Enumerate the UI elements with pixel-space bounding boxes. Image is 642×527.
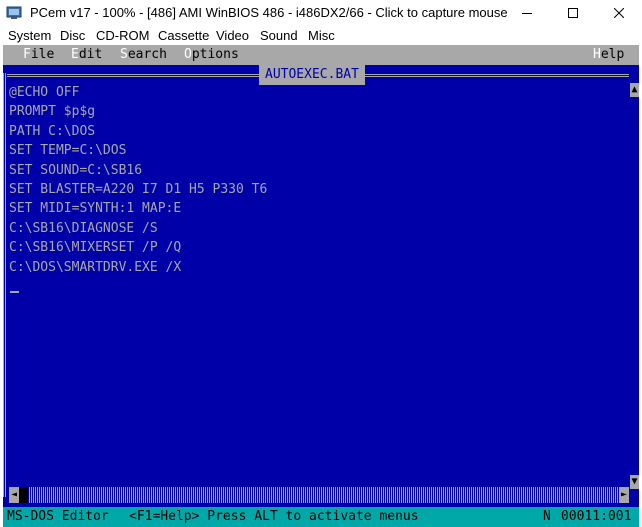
help-label: elp <box>600 47 625 62</box>
menu-sound[interactable]: Sound <box>260 28 298 43</box>
status-cursor-position: 00011:001 <box>561 509 632 524</box>
search-label: earch <box>127 47 167 62</box>
menu-misc[interactable]: Misc <box>308 28 335 43</box>
horizontal-scrollbar[interactable]: ◄ ► <box>9 487 629 503</box>
edit-label: dit <box>78 47 103 62</box>
dos-editor-menubar: File Edit Search Options Help <box>3 45 639 65</box>
menu-cdrom[interactable]: CD-ROM <box>96 28 149 43</box>
maximize-icon <box>568 8 578 18</box>
dos-menu-options[interactable]: Options <box>184 47 239 62</box>
scroll-down-arrow-icon[interactable]: ▼ <box>630 475 639 489</box>
dos-menu-file[interactable]: File <box>23 47 54 62</box>
status-app-name: MS-DOS Editor <box>7 509 109 524</box>
window-titlebar[interactable]: PCem v17 - 100% - [486] AMI WinBIOS 486 … <box>0 0 642 26</box>
scroll-right-arrow-icon[interactable]: ► <box>619 487 629 503</box>
code-line[interactable]: C:\SB16\MIXERSET /P /Q <box>9 238 609 257</box>
maximize-button[interactable] <box>550 0 596 26</box>
vertical-scrollbar[interactable]: ▲ ▼ <box>630 83 639 489</box>
window-title: PCem v17 - 100% - [486] AMI WinBIOS 486 … <box>30 5 508 20</box>
menu-disc[interactable]: Disc <box>60 28 85 43</box>
code-line[interactable]: SET TEMP=C:\DOS <box>9 141 609 160</box>
emulator-menubar: System Disc CD-ROM Cassette Video Sound … <box>0 26 642 45</box>
edit-hotkey: E <box>71 47 79 62</box>
minimize-button[interactable] <box>504 0 550 26</box>
dos-menu-help[interactable]: Help <box>593 47 624 62</box>
text-cursor <box>10 291 19 293</box>
editor-status-bar: MS-DOS Editor <F1=Help> Press ALT to act… <box>3 507 639 527</box>
menu-system[interactable]: System <box>8 28 51 43</box>
code-line[interactable]: SET SOUND=C:\SB16 <box>9 161 609 180</box>
help-hotkey: H <box>593 47 601 62</box>
editor-text-area[interactable]: @ECHO OFF PROMPT $p$g PATH C:\DOS SET TE… <box>9 83 609 277</box>
file-title: AUTOEXEC.BAT <box>259 65 365 85</box>
file-hotkey: F <box>23 47 31 62</box>
dos-menu-edit[interactable]: Edit <box>71 47 102 62</box>
code-line[interactable]: C:\SB16\DIAGNOSE /S <box>9 219 609 238</box>
menu-cassette[interactable]: Cassette <box>158 28 209 43</box>
minimize-icon <box>522 13 532 14</box>
code-line[interactable]: @ECHO OFF <box>9 83 609 102</box>
pcem-app-icon <box>6 6 22 19</box>
code-line[interactable]: SET MIDI=SYNTH:1 MAP:E <box>9 199 609 218</box>
options-label: ptions <box>191 47 239 62</box>
scroll-left-arrow-icon[interactable]: ◄ <box>9 487 19 503</box>
search-hotkey: S <box>120 47 128 62</box>
menu-video[interactable]: Video <box>216 28 249 43</box>
options-hotkey: O <box>184 47 192 62</box>
scroll-up-arrow-icon[interactable]: ▲ <box>630 83 639 97</box>
close-icon <box>614 8 624 18</box>
close-button[interactable] <box>596 0 642 26</box>
code-line[interactable]: PROMPT $p$g <box>9 102 609 121</box>
code-line[interactable]: SET BLASTER=A220 I7 D1 H5 P330 T6 <box>9 180 609 199</box>
dos-menu-search[interactable]: Search <box>120 47 167 62</box>
file-label: ile <box>30 47 55 62</box>
status-hint: <F1=Help> Press ALT to activate menus <box>129 509 419 524</box>
status-mode: N <box>543 509 551 524</box>
dos-screen[interactable]: File Edit Search Options Help AUTOEXEC.B… <box>3 45 639 527</box>
scroll-thumb[interactable] <box>19 487 28 503</box>
code-line[interactable]: C:\DOS\SMARTDRV.EXE /X <box>9 258 609 277</box>
code-line[interactable]: PATH C:\DOS <box>9 122 609 141</box>
